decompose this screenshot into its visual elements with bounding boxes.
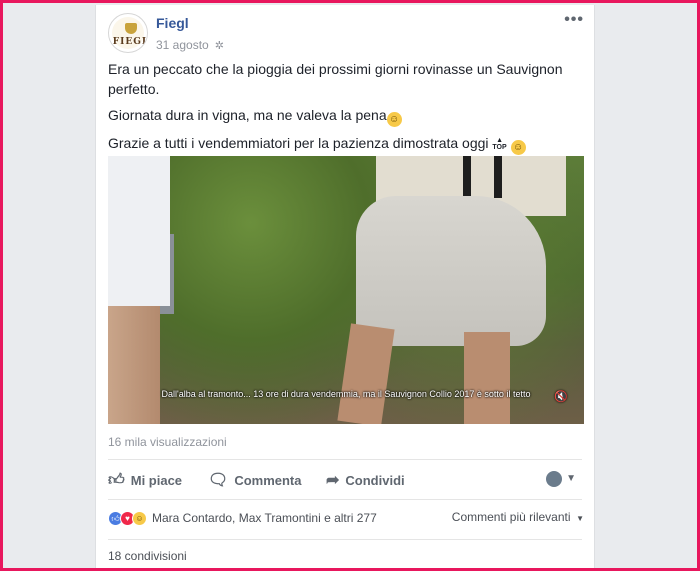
- share-label: Condividi: [345, 472, 405, 488]
- post-header: FIEGL Fiegl 31 agosto ✲ •••: [108, 11, 584, 55]
- comment-sort-dropdown[interactable]: Commenti più rilevanti ▼: [452, 510, 584, 524]
- video-suspender: [494, 156, 502, 198]
- video-person-left-shirt: [108, 156, 170, 306]
- share-arrow-icon: ➦: [326, 472, 340, 489]
- avatar-logo: FIEGL: [112, 17, 147, 49]
- avatar-logo-text: FIEGL: [112, 37, 148, 47]
- divider: [108, 539, 582, 540]
- video-person-right-leg: [464, 332, 510, 424]
- post-card: FIEGL Fiegl 31 agosto ✲ ••• Era un pecca…: [95, 5, 595, 571]
- like-button[interactable]: 👍︎ Mi piace: [108, 465, 182, 495]
- chevron-down-icon: ▼: [573, 514, 584, 523]
- laughing-emoji-icon: ☺: [386, 112, 402, 127]
- page-name-link[interactable]: Fiegl: [156, 15, 189, 31]
- top-arrow-icon: ▲ TOP: [492, 137, 507, 151]
- shares-count[interactable]: 18 condivisioni: [108, 549, 187, 563]
- more-options-icon[interactable]: •••: [564, 11, 584, 29]
- thumbs-up-icon: 👍︎: [108, 471, 125, 489]
- reaction-names[interactable]: Mara Contardo, Max Tramontini e altri 27…: [152, 511, 377, 525]
- globe-icon[interactable]: ✲: [215, 39, 224, 52]
- action-bar: 👍︎ Mi piace 🗨︎ Commenta ➦ Condividi ▼: [108, 465, 584, 495]
- comment-sort-label: Commenti più rilevanti: [451, 510, 571, 524]
- laughing-emoji-icon: ☺: [510, 140, 526, 155]
- video-suspender: [463, 156, 471, 198]
- haha-reaction-icon: ☺: [132, 510, 147, 526]
- crest-icon: [125, 23, 137, 34]
- video-person-left-legs: [108, 306, 160, 424]
- acting-as-avatar[interactable]: [546, 471, 562, 487]
- post-paragraph: Giornata dura in vigna, ma ne valeva la …: [108, 105, 578, 127]
- video-caption: Dall'alba al tramonto... 13 ore di dura …: [161, 389, 531, 399]
- comment-label: Commenta: [234, 472, 302, 488]
- chevron-down-icon[interactable]: ▼: [566, 473, 576, 484]
- mute-icon[interactable]: 🔇: [554, 390, 568, 403]
- share-button[interactable]: ➦ Condividi: [326, 465, 405, 495]
- divider: [108, 459, 582, 460]
- page-avatar[interactable]: FIEGL: [108, 13, 148, 53]
- comment-icon: 🗨︎: [208, 472, 229, 489]
- reactions-summary[interactable]: 👍︎ ♥ ☺ Mara Contardo, Max Tramontini e a…: [108, 508, 584, 528]
- like-label: Mi piace: [130, 472, 183, 488]
- post-paragraph: Era un peccato che la pioggia dei prossi…: [108, 61, 563, 97]
- divider: [108, 499, 582, 500]
- video-person-right-shorts: [356, 196, 546, 346]
- post-date[interactable]: 31 agosto: [156, 38, 209, 52]
- post-paragraph: Grazie a tutti i vendemmiatori per la pa…: [108, 133, 578, 155]
- post-text: Era un peccato che la pioggia dei prossi…: [108, 59, 578, 161]
- post-meta: 31 agosto ✲: [156, 38, 224, 52]
- video-player[interactable]: Dall'alba al tramonto... 13 ore di dura …: [108, 156, 584, 424]
- views-count: 16 mila visualizzazioni: [108, 435, 227, 449]
- comment-button[interactable]: 🗨︎ Commenta: [208, 465, 302, 495]
